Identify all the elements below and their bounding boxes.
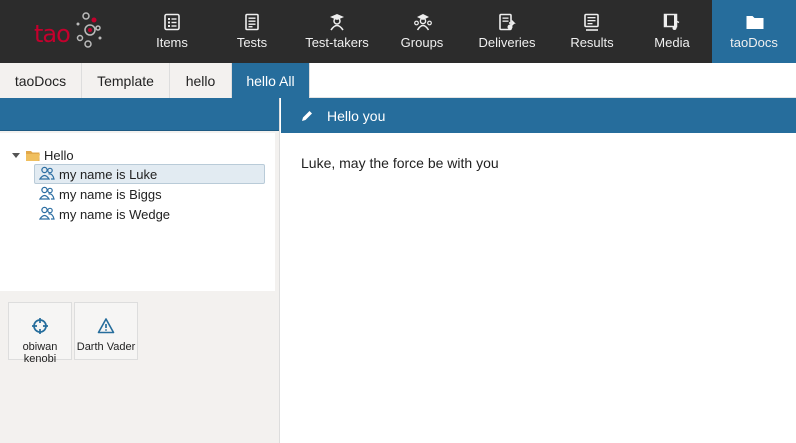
content-title: Hello you — [327, 107, 386, 124]
section-tabs: taoDocs Template hello hello All — [0, 63, 796, 98]
action-label: Darth Vader — [76, 341, 136, 353]
tab-template[interactable]: Template — [82, 63, 170, 98]
nav-item-media[interactable]: Media — [632, 0, 712, 63]
items-icon — [163, 13, 181, 31]
logo-swirl-icon — [76, 12, 102, 48]
folder-icon — [745, 13, 764, 31]
tree-item[interactable]: my name is Luke — [34, 164, 265, 184]
nav-item-taodocs[interactable]: taoDocs — [712, 0, 796, 63]
left-panel: Hello my name is Luke my name is Biggs my … — [0, 98, 280, 443]
nav-item-label: taoDocs — [730, 35, 778, 50]
nav-item-groups[interactable]: Groups — [382, 0, 462, 63]
test-takers-icon — [328, 13, 346, 31]
tree-item-label: my name is Biggs — [59, 186, 162, 202]
warning-icon — [97, 317, 115, 341]
tree-item[interactable]: my name is Wedge — [34, 204, 265, 224]
nav-item-test-takers[interactable]: Test-takers — [292, 0, 382, 63]
action-darth-vader-button[interactable]: Darth Vader — [74, 302, 138, 360]
tree-root-label: Hello — [44, 148, 74, 163]
user-group-icon — [38, 186, 55, 203]
action-label: obiwan kenobi — [22, 341, 58, 365]
pencil-icon — [302, 110, 312, 121]
user-group-icon — [38, 206, 55, 223]
content-panel: Hello you Luke, may the force be with yo… — [281, 98, 796, 443]
tao-logo[interactable]: tao — [0, 0, 132, 63]
tree-item[interactable]: my name is Biggs — [34, 184, 265, 204]
action-obiwan-kenobi-button[interactable]: obiwan kenobi — [8, 302, 72, 365]
crosshair-icon — [31, 317, 49, 341]
tab-taodocs[interactable]: taoDocs — [0, 63, 82, 98]
nav-item-label: Deliveries — [478, 35, 536, 50]
caret-down-icon[interactable] — [12, 153, 20, 158]
nav-item-label: Items — [156, 35, 188, 50]
resource-tree: Hello my name is Luke my name is Biggs my … — [0, 133, 275, 291]
tab-hello[interactable]: hello — [170, 63, 232, 98]
results-icon — [583, 13, 601, 31]
nav-item-deliveries[interactable]: Deliveries — [462, 0, 552, 63]
content-header: Hello you — [281, 98, 796, 133]
user-group-icon — [38, 166, 55, 183]
nav-item-label: Results — [570, 35, 614, 50]
tests-icon — [243, 13, 261, 31]
top-navigation-bar: tao Items Tests Test-takers Groups Deliverie… — [0, 0, 796, 63]
nav-item-label: Media — [654, 35, 690, 50]
nav-item-label: Test-takers — [305, 35, 369, 50]
nav-item-tests[interactable]: Tests — [212, 0, 292, 63]
folder-open-icon — [26, 151, 40, 161]
tree-root-hello[interactable]: Hello — [0, 147, 275, 164]
media-icon — [663, 13, 681, 31]
nav-item-items[interactable]: Items — [132, 0, 212, 63]
tab-hello-all[interactable]: hello All — [232, 63, 310, 98]
nav-item-results[interactable]: Results — [552, 0, 632, 63]
left-panel-header — [0, 98, 279, 131]
logo-text: tao — [34, 20, 71, 48]
deliveries-icon — [498, 13, 516, 31]
tree-item-label: my name is Luke — [59, 166, 158, 182]
action-buttons: obiwan kenobi Darth Vader — [8, 302, 138, 365]
tree-item-label: my name is Wedge — [59, 206, 171, 222]
nav-item-label: Groups — [400, 35, 444, 50]
groups-icon — [413, 13, 432, 31]
content-body: Luke, may the force be with you — [301, 155, 499, 171]
nav-item-label: Tests — [236, 35, 268, 50]
